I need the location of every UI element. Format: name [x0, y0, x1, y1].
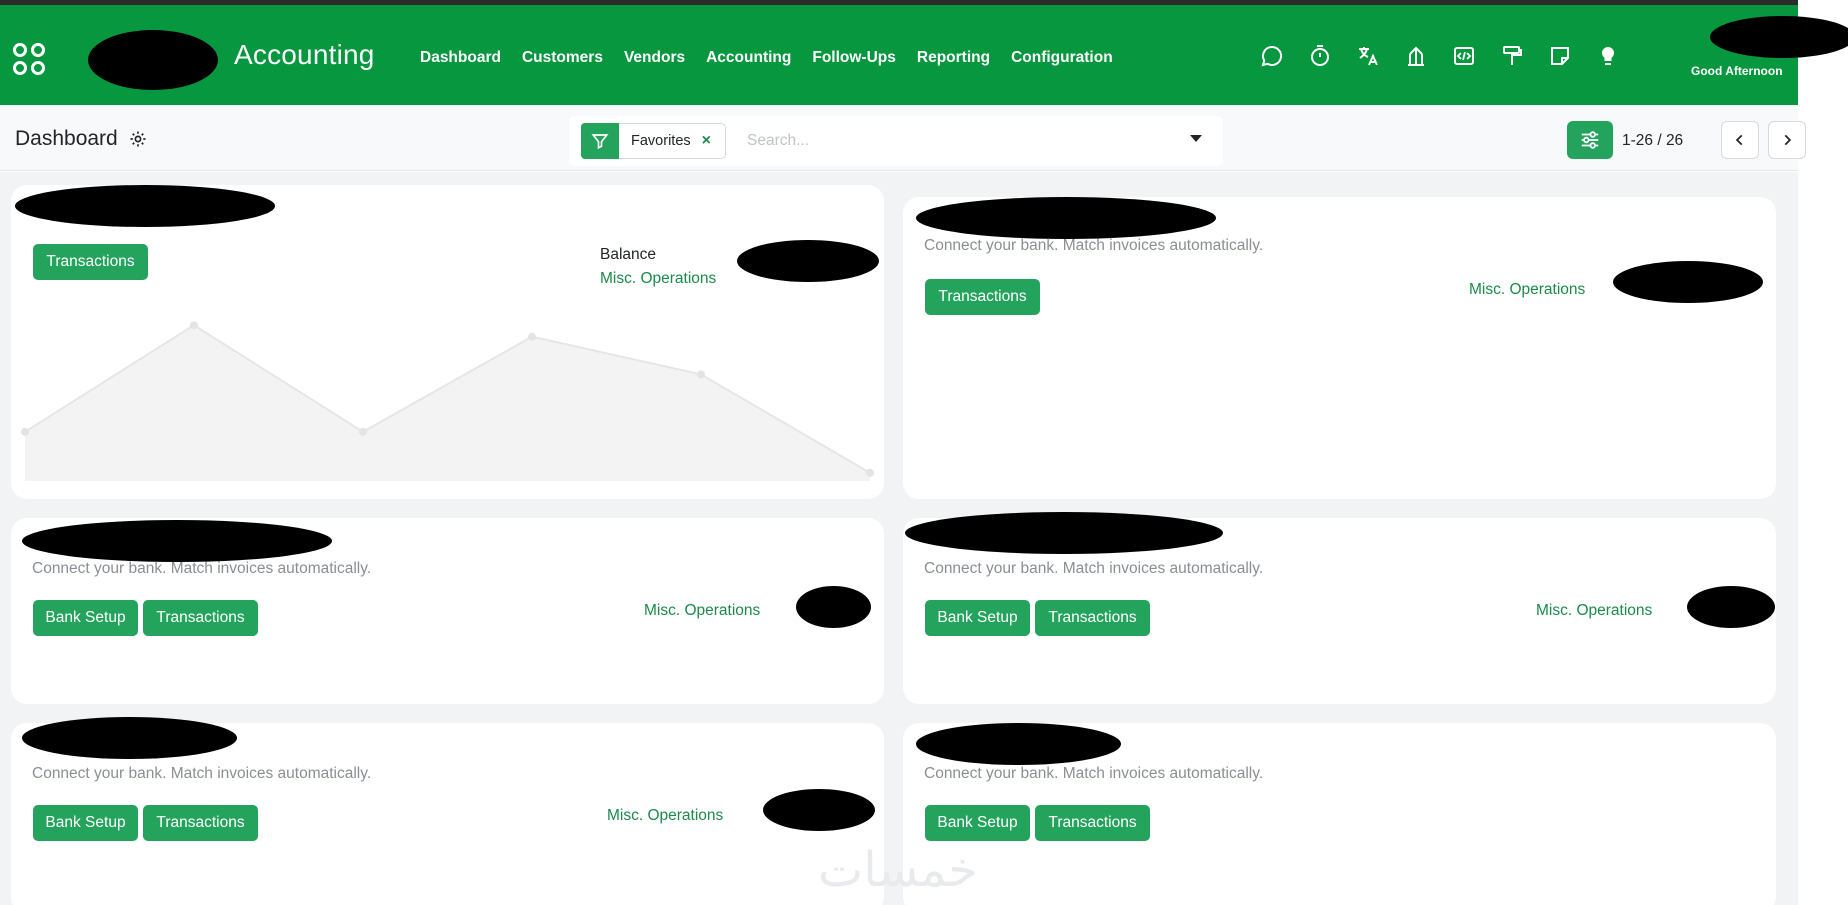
bank-icon[interactable]: [1403, 43, 1428, 68]
journal-card: Connect your bank. Match invoices automa…: [903, 723, 1776, 905]
balance-label: Balance: [600, 246, 657, 263]
watermark: خمسات: [818, 842, 979, 898]
bank-setup-button[interactable]: Bank Setup: [925, 805, 1030, 841]
close-icon[interactable]: ×: [702, 132, 711, 150]
transactions-button[interactable]: Transactions: [143, 805, 258, 841]
app-grid-icon[interactable]: [12, 42, 46, 76]
graph-point: [190, 321, 198, 330]
misc-operations-link[interactable]: Misc. Operations: [1536, 602, 1652, 620]
menu-item-follow-ups[interactable]: Follow-Ups: [812, 49, 896, 67]
app-title: Accounting: [234, 39, 375, 70]
journal-subtitle: Connect your bank. Match invoices automa…: [924, 765, 1264, 782]
redacted-balance-value: [763, 789, 875, 831]
lightbulb-icon[interactable]: [1595, 43, 1620, 68]
bank-setup-button[interactable]: Bank Setup: [33, 600, 138, 636]
pager-previous-button[interactable]: [1721, 121, 1759, 159]
menu-item-customers[interactable]: Customers: [522, 49, 603, 67]
journal-card: Connect your bank. Match invoices automa…: [11, 717, 884, 905]
redacted-journal-name[interactable]: [905, 512, 1223, 554]
redacted-balance-value: [796, 586, 871, 628]
note-icon[interactable]: [1547, 43, 1572, 68]
menu-item-dashboard[interactable]: Dashboard: [420, 49, 501, 67]
bank-setup-button[interactable]: Bank Setup: [33, 805, 138, 841]
journal-card: Transactions Balance Misc. Operations: [11, 185, 884, 499]
misc-operations-link[interactable]: Misc. Operations: [600, 270, 716, 288]
journal-subtitle: Connect your bank. Match invoices automa…: [32, 765, 372, 782]
transactions-button[interactable]: Transactions: [33, 244, 148, 280]
search-input[interactable]: [747, 128, 1147, 154]
journal-card: Connect your bank. Match invoices automa…: [903, 512, 1776, 704]
chevron-right-icon: [1784, 134, 1792, 146]
graph-point: [697, 370, 705, 379]
translate-icon[interactable]: [1355, 43, 1380, 68]
systray: [1259, 43, 1620, 68]
redacted-company-logo: [88, 30, 218, 90]
chat-icon[interactable]: [1259, 43, 1284, 68]
misc-operations-link[interactable]: Misc. Operations: [1469, 281, 1585, 299]
bank-setup-button[interactable]: Bank Setup: [925, 600, 1030, 636]
main-navbar: Accounting Dashboard Customers Vendors A…: [0, 5, 1848, 105]
redacted-user-avatar[interactable]: [1710, 16, 1848, 58]
journal-card: Connect your bank. Match invoices automa…: [903, 197, 1776, 499]
graph-point: [21, 427, 29, 436]
main-menu: Dashboard Customers Vendors Accounting F…: [420, 49, 1113, 67]
code-icon[interactable]: [1451, 43, 1476, 68]
journal-card: Connect your bank. Match invoices automa…: [11, 518, 884, 704]
chevron-left-icon: [1735, 134, 1743, 146]
control-panel: Dashboard Favorites × 1-26 / 26: [0, 105, 1806, 171]
transactions-button[interactable]: Transactions: [1035, 805, 1150, 841]
pager-next-button[interactable]: [1768, 121, 1806, 159]
graph-point: [359, 427, 367, 436]
transactions-button[interactable]: Transactions: [925, 279, 1040, 315]
search-facet: Favorites ×: [581, 123, 726, 159]
greeting-text: Good Afternoon: [1691, 64, 1783, 78]
menu-item-reporting[interactable]: Reporting: [917, 49, 990, 67]
graph-point: [866, 468, 874, 477]
transactions-button[interactable]: Transactions: [1035, 600, 1150, 636]
menu-item-accounting[interactable]: Accounting: [706, 49, 791, 67]
facet-label: Favorites: [631, 133, 691, 149]
menu-item-vendors[interactable]: Vendors: [624, 49, 685, 67]
journal-subtitle: Connect your bank. Match invoices automa…: [924, 237, 1264, 254]
journal-subtitle: Connect your bank. Match invoices automa…: [32, 560, 372, 577]
journal-subtitle: Connect your bank. Match invoices automa…: [924, 560, 1264, 577]
graph-point: [528, 332, 536, 341]
kanban-dashboard: Transactions Balance Misc. Operations Co…: [0, 172, 1798, 905]
pager-value[interactable]: 1-26 / 26: [1622, 132, 1683, 150]
chevron-down-icon[interactable]: [1190, 135, 1202, 142]
redacted-journal-name[interactable]: [916, 723, 1121, 765]
redacted-journal-name[interactable]: [916, 197, 1216, 239]
gear-icon[interactable]: [129, 130, 147, 148]
redacted-journal-name[interactable]: [22, 717, 237, 759]
search-panel: Favorites ×: [569, 116, 1223, 166]
paint-roller-icon[interactable]: [1499, 43, 1524, 68]
redacted-balance-value: [1687, 586, 1775, 628]
view-settings-button[interactable]: [1567, 121, 1613, 159]
redacted-balance-value: [737, 240, 879, 282]
redacted-journal-name[interactable]: [22, 520, 332, 562]
misc-operations-link[interactable]: Misc. Operations: [644, 602, 760, 620]
balance-graph: [21, 321, 874, 481]
filter-icon: [581, 123, 619, 159]
redacted-balance-value: [1613, 261, 1763, 303]
sliders-icon: [1581, 131, 1599, 149]
page-title: Dashboard: [15, 127, 118, 150]
menu-item-configuration[interactable]: Configuration: [1011, 49, 1113, 67]
transactions-button[interactable]: Transactions: [143, 600, 258, 636]
misc-operations-link[interactable]: Misc. Operations: [607, 807, 723, 825]
stopwatch-icon[interactable]: [1307, 43, 1332, 68]
graph-area: [25, 325, 870, 481]
redacted-journal-name[interactable]: [15, 185, 275, 227]
